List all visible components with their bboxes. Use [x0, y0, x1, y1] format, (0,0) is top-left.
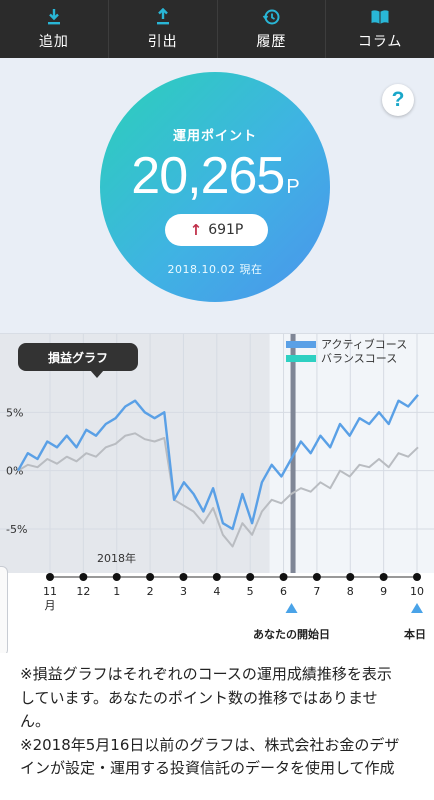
x-tick-label: 5 — [246, 585, 254, 598]
timeline-dot — [413, 573, 421, 581]
download-icon — [47, 8, 60, 24]
y-tick-label: -5% — [6, 523, 27, 536]
timeline-dot — [179, 573, 188, 581]
note-line: ※損益グラフはそれぞれのコースの運用成績推移を表示 — [20, 665, 392, 683]
points-title: 運用ポイント — [172, 129, 257, 144]
help-button[interactable]: ? — [382, 84, 414, 116]
legend-item-active: アクティブコース — [286, 337, 407, 351]
timeline-dot — [212, 573, 221, 581]
legend-item-balance: バランスコース — [286, 351, 407, 365]
book-icon — [371, 9, 389, 24]
nav-history-button[interactable]: 履歴 — [218, 0, 327, 58]
note-line: しています。あなたのポイント数の推移ではありませ — [20, 688, 378, 707]
points-summary-circle: 運用ポイント 20,265 P ↑ 691P 2018.10.02 現在 — [100, 72, 330, 302]
nav-column-button[interactable]: コラム — [326, 0, 434, 58]
x-tick-label: 11 月 — [43, 585, 57, 612]
nav-add-button[interactable]: 追加 — [0, 0, 109, 58]
legend-swatch-active — [286, 340, 316, 348]
chart-year-label: 2018年 — [97, 552, 136, 565]
timeline-dot — [346, 573, 355, 581]
note-line: ん。 — [20, 712, 51, 730]
x-tick-label: 2 — [146, 585, 154, 598]
start-date-marker-label: あなたの開始日 — [253, 628, 331, 641]
chart-title-tag: 損益グラフ — [18, 343, 138, 378]
timeline-dot — [279, 573, 288, 581]
timeline-dot — [46, 573, 54, 581]
help-icon: ? — [391, 88, 405, 111]
nav-column-label: コラム — [357, 33, 403, 50]
x-tick-label: 8 — [346, 585, 354, 598]
x-tick-label: 7 — [313, 585, 321, 598]
x-tick-label: 3 — [179, 585, 187, 598]
timeline-dot — [146, 573, 155, 581]
points-change-value: 691P — [208, 222, 244, 238]
x-tick-label: 6 — [280, 585, 288, 598]
x-tick-label: 10 — [410, 585, 424, 598]
x-tick-label: 12 — [76, 585, 91, 598]
x-tick-label: 1 — [113, 585, 121, 598]
x-tick-label: 4 — [213, 585, 221, 598]
y-tick-label: 5% — [6, 406, 23, 419]
today-marker-label: 本日 — [404, 628, 426, 641]
points-as-of-date: 2018.10.02 現在 — [167, 263, 263, 276]
chart-timeline: 11 月 12 1 2 3 4 5 6 7 8 9 10 あなたの開始日 本日 — [0, 573, 434, 653]
top-navigation: 追加 引出 履歴 コラム — [0, 0, 434, 58]
side-drawer-handle[interactable] — [0, 566, 8, 656]
chart-notes: ※損益グラフはそれぞれのコースの運用成績推移を表示 しています。あなたのポイント… — [0, 653, 434, 800]
points-change-badge: ↑ 691P — [165, 214, 268, 246]
upload-icon — [156, 7, 169, 24]
arrow-up-icon: ↑ — [189, 221, 203, 239]
chart-legend: アクティブコース バランスコース — [286, 337, 407, 365]
note-line: インが設定・運用する投資信託のデータを使用して作成 — [20, 759, 395, 777]
timeline-dot — [246, 573, 255, 581]
points-unit: P — [286, 176, 299, 198]
note-line: ※2018年5月16日以前のグラフは、株式会社お金のデザ — [20, 735, 400, 754]
nav-withdraw-button[interactable]: 引出 — [109, 0, 218, 58]
nav-add-label: 追加 — [38, 33, 69, 50]
legend-label-balance: バランスコース — [321, 352, 398, 365]
timeline-dot — [312, 573, 321, 581]
today-marker-triangle — [411, 603, 423, 613]
nav-history-label: 履歴 — [256, 33, 287, 50]
legend-swatch-balance — [286, 354, 316, 362]
start-date-marker-triangle — [285, 603, 298, 613]
nav-withdraw-label: 引出 — [147, 33, 178, 50]
timeline-dot — [79, 573, 88, 581]
points-value: 20,265 — [131, 147, 285, 205]
x-tick-label: 9 — [380, 585, 388, 598]
history-icon — [263, 9, 280, 24]
timeline-dot — [379, 573, 388, 581]
timeline-dot — [112, 573, 121, 581]
points-value-wrap: 20,265 P — [100, 146, 330, 206]
